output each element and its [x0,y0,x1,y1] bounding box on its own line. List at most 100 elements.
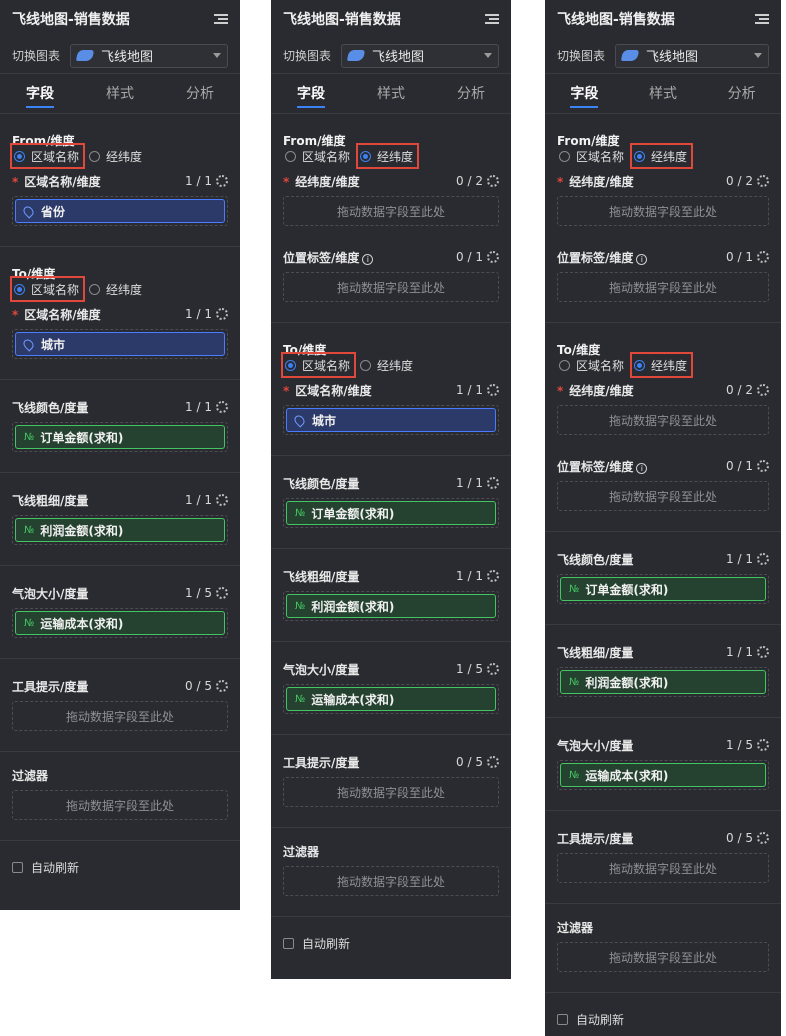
measure-pill[interactable]: № 利润金额(求和) [286,594,496,618]
gear-icon[interactable] [487,384,499,396]
info-icon[interactable]: i [636,462,648,474]
gear-icon[interactable] [487,251,499,263]
from-radio-region-name[interactable]: 区域名称 [9,143,86,169]
gear-icon[interactable] [487,175,499,187]
gear-icon[interactable] [216,308,228,320]
to-drop-zone[interactable]: 拖动数据字段至此处 [557,405,769,435]
tab-fields[interactable]: 字段 [0,74,80,114]
gear-icon[interactable] [757,553,769,565]
tooltip-drop-zone[interactable]: 拖动数据字段至此处 [557,853,769,883]
measure-pill[interactable]: № 运输成本(求和) [15,611,225,635]
gear-icon[interactable] [487,756,499,768]
measure-pill[interactable]: № 订单金额(求和) [560,577,766,601]
radio-label: 区域名称 [302,149,351,164]
from-radio-group: 区域名称 经纬度 [283,143,499,169]
gear-icon[interactable] [216,680,228,692]
tab-style[interactable]: 样式 [351,74,431,114]
gear-icon[interactable] [487,570,499,582]
chart-type-select[interactable]: 飞线地图 [615,43,769,68]
measure-pill[interactable]: № 订单金额(求和) [15,425,225,449]
gear-icon[interactable] [216,494,228,506]
checkbox-icon[interactable] [283,938,294,949]
chart-type-select[interactable]: 飞线地图 [70,43,228,68]
from-drop-zone[interactable]: 拖动数据字段至此处 [283,196,499,226]
from-drop-zone[interactable]: 拖动数据字段至此处 [557,196,769,226]
color-drop-zone[interactable]: № 订单金额(求和) [12,422,228,452]
gear-icon[interactable] [757,384,769,396]
measure-pill[interactable]: № 利润金额(求和) [560,670,766,694]
gear-icon[interactable] [216,587,228,599]
measure-pill[interactable]: № 利润金额(求和) [15,518,225,542]
measure-pill[interactable]: № 订单金额(求和) [286,501,496,525]
from-radio-region-name[interactable]: 区域名称 [283,145,354,167]
width-drop-zone[interactable]: № 利润金额(求和) [557,667,769,697]
to-drop-zone[interactable]: 城市 [283,405,499,435]
gear-icon[interactable] [757,646,769,658]
bubble-drop-zone[interactable]: № 运输成本(求和) [283,684,499,714]
from-radio-latlng[interactable]: 经纬度 [356,143,420,169]
filter-drop-zone[interactable]: 拖动数据字段至此处 [283,866,499,896]
bubble-drop-zone[interactable]: № 运输成本(求和) [557,760,769,790]
bubble-drop-zone[interactable]: № 运输成本(求和) [12,608,228,638]
from-drop-zone[interactable]: 省份 [12,196,228,226]
collapse-menu-icon[interactable] [755,13,769,25]
collapse-menu-icon[interactable] [485,13,499,25]
radio-label: 经纬度 [377,358,414,373]
gear-icon[interactable] [757,460,769,472]
auto-refresh-row[interactable]: 自动刷新 [271,917,511,970]
width-drop-zone[interactable]: № 利润金额(求和) [12,515,228,545]
dimension-pill[interactable]: 城市 [15,332,225,356]
measure-pill[interactable]: № 运输成本(求和) [286,687,496,711]
from-radio-region-name[interactable]: 区域名称 [557,145,628,167]
color-drop-zone[interactable]: № 订单金额(求和) [557,574,769,604]
width-drop-zone[interactable]: № 利润金额(求和) [283,591,499,621]
tooltip-drop-zone[interactable]: 拖动数据字段至此处 [283,777,499,807]
field-name: 工具提示/度量 [12,679,89,694]
gear-icon[interactable] [216,401,228,413]
to-radio-latlng[interactable]: 经纬度 [630,352,694,378]
to-radio-region-name[interactable]: 区域名称 [280,352,357,378]
pill-label: 利润金额(求和) [40,523,124,538]
from-radio-latlng[interactable]: 经纬度 [87,145,146,167]
checkbox-icon[interactable] [557,1014,568,1025]
gear-icon[interactable] [757,251,769,263]
bubble-section: 气泡大小/度量 1 / 5 № 运输成本(求和) [545,718,781,811]
info-icon[interactable]: i [362,253,374,265]
gear-icon[interactable] [757,832,769,844]
checkbox-icon[interactable] [12,862,23,873]
to-label-drop-zone[interactable]: 拖动数据字段至此处 [557,481,769,511]
tab-analysis[interactable]: 分析 [702,74,781,114]
to-radio-region-name[interactable]: 区域名称 [557,354,628,376]
chart-type-select[interactable]: 飞线地图 [341,43,499,68]
collapse-menu-icon[interactable] [214,13,228,25]
from-label-drop-zone[interactable]: 拖动数据字段至此处 [557,272,769,302]
tab-style[interactable]: 样式 [80,74,160,114]
tab-style[interactable]: 样式 [624,74,703,114]
filter-drop-zone[interactable]: 拖动数据字段至此处 [12,790,228,820]
tab-fields[interactable]: 字段 [545,74,624,114]
gear-icon[interactable] [757,739,769,751]
dimension-pill[interactable]: 城市 [286,408,496,432]
tab-analysis[interactable]: 分析 [160,74,240,114]
info-icon[interactable]: i [636,253,648,265]
gear-icon[interactable] [757,175,769,187]
gear-icon[interactable] [487,663,499,675]
filter-drop-zone[interactable]: 拖动数据字段至此处 [557,942,769,972]
gear-icon[interactable] [487,477,499,489]
to-radio-latlng[interactable]: 经纬度 [87,278,146,300]
to-drop-zone[interactable]: 城市 [12,329,228,359]
tooltip-drop-zone[interactable]: 拖动数据字段至此处 [12,701,228,731]
dimension-pill[interactable]: 省份 [15,199,225,223]
gear-icon[interactable] [216,175,228,187]
filter-section: 过滤器 拖动数据字段至此处 [271,828,511,917]
from-radio-latlng[interactable]: 经纬度 [630,143,694,169]
tab-fields[interactable]: 字段 [271,74,351,114]
to-radio-region-name[interactable]: 区域名称 [9,276,86,302]
from-label-drop-zone[interactable]: 拖动数据字段至此处 [283,272,499,302]
auto-refresh-row[interactable]: 自动刷新 [545,993,781,1036]
auto-refresh-row[interactable]: 自动刷新 [0,841,240,894]
tab-analysis[interactable]: 分析 [431,74,511,114]
color-drop-zone[interactable]: № 订单金额(求和) [283,498,499,528]
measure-pill[interactable]: № 运输成本(求和) [560,763,766,787]
to-radio-latlng[interactable]: 经纬度 [358,354,417,376]
